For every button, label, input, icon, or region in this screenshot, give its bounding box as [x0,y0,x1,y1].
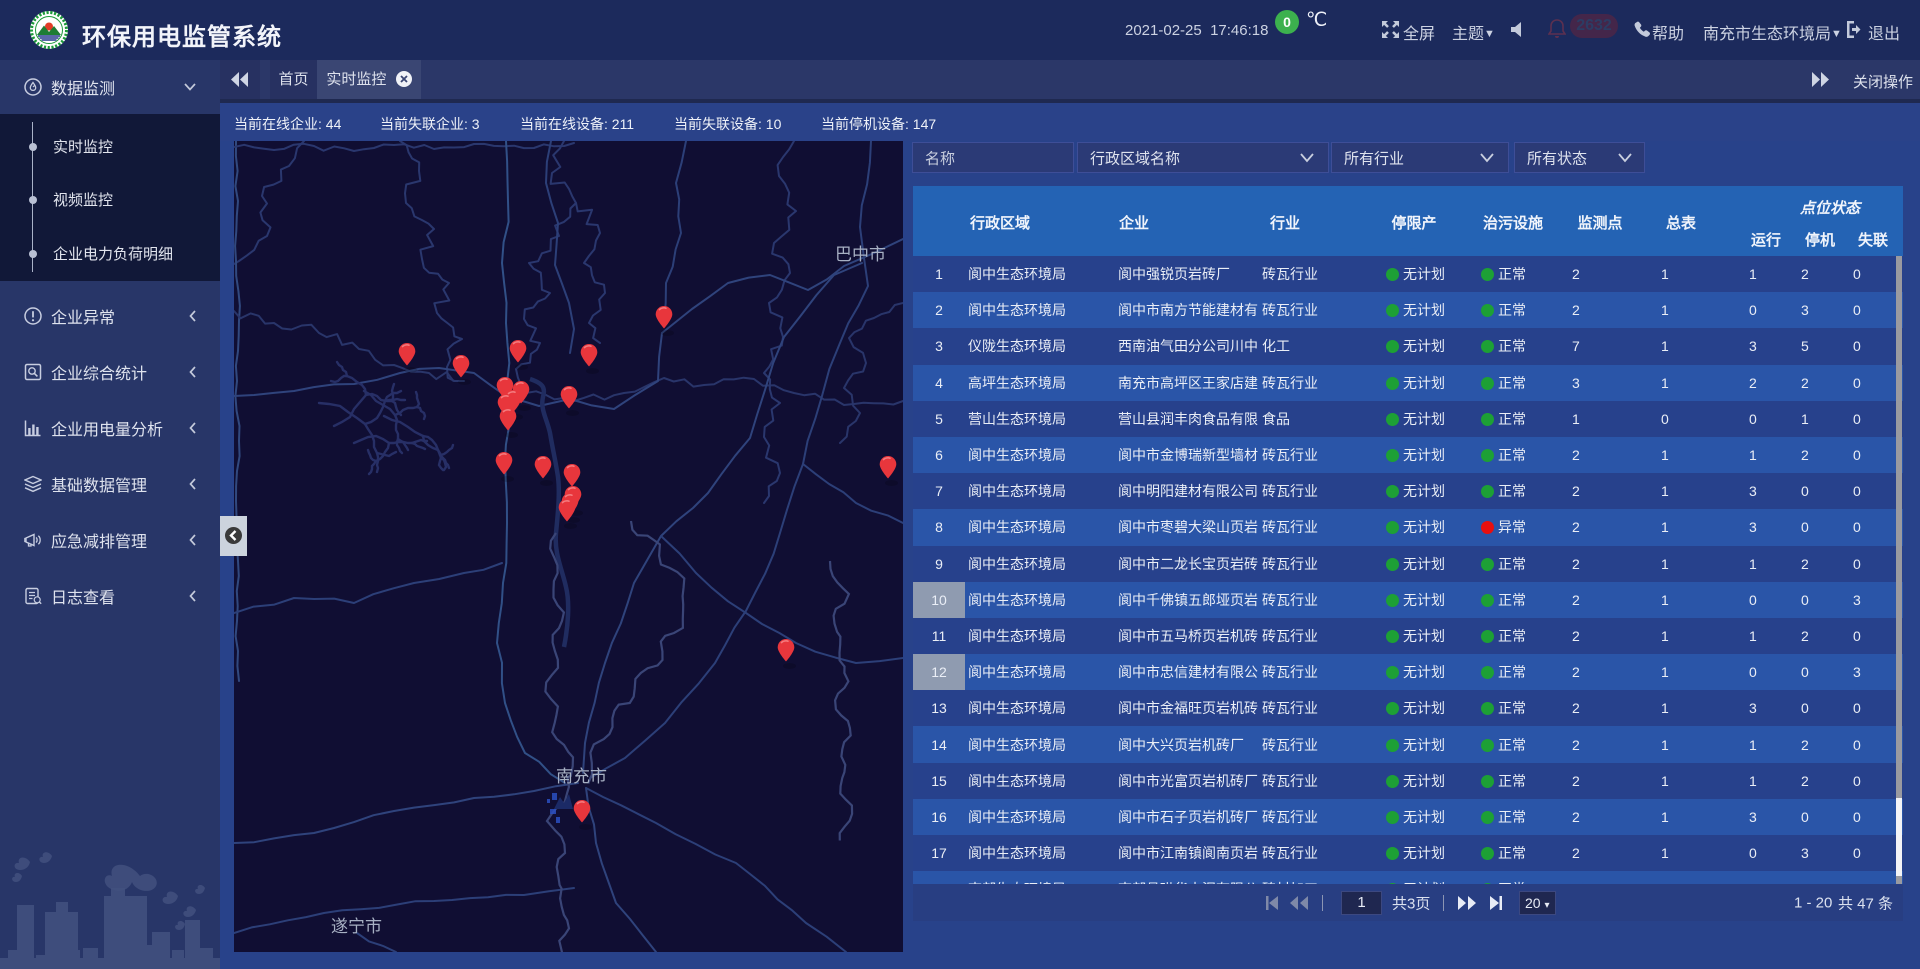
svg-text:巴中市: 巴中市 [835,245,886,264]
svg-text:遂宁市: 遂宁市 [331,917,382,936]
svg-text:南充市: 南充市 [556,767,607,786]
